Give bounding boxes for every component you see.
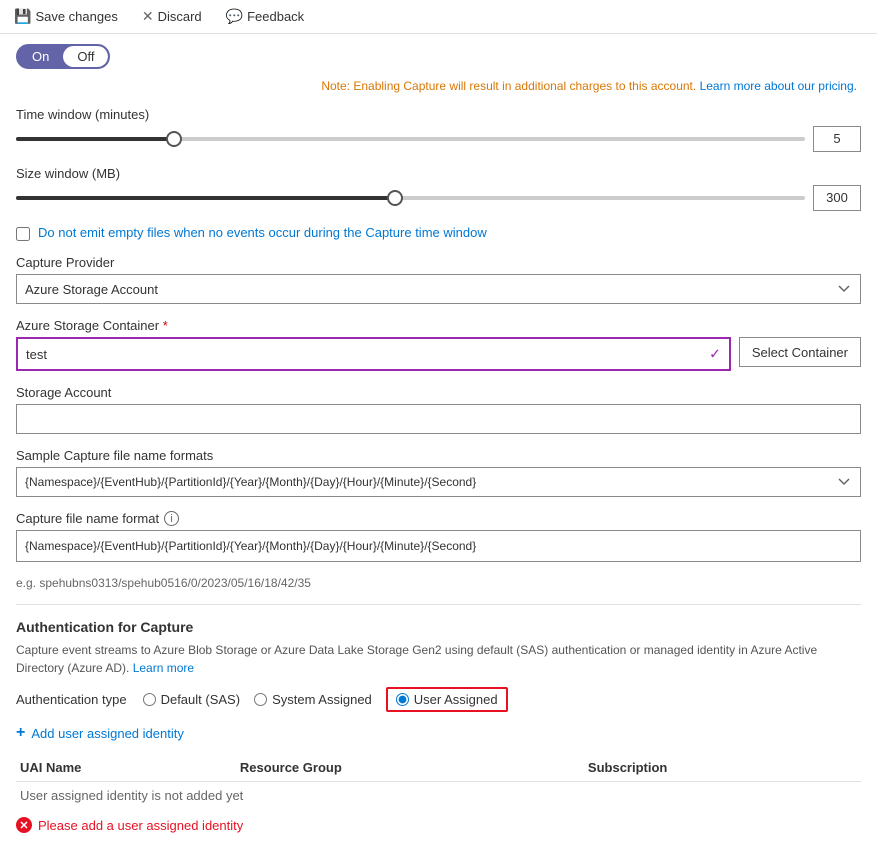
azure-container-label: Azure Storage Container bbox=[16, 318, 861, 333]
container-check-icon: ✓ bbox=[709, 346, 721, 363]
toggle-off[interactable]: Off bbox=[63, 46, 108, 67]
empty-files-checkbox[interactable] bbox=[16, 227, 30, 241]
capture-format-row: Capture file name format i bbox=[16, 511, 861, 562]
size-window-slider-fill bbox=[16, 196, 395, 200]
storage-account-row: Storage Account bbox=[16, 385, 861, 434]
size-window-label: Size window (MB) bbox=[16, 166, 861, 181]
select-container-button[interactable]: Select Container bbox=[739, 337, 861, 367]
azure-container-input-wrap: ✓ bbox=[16, 337, 731, 371]
uai-table: UAI Name Resource Group Subscription Use… bbox=[16, 754, 861, 809]
capture-format-input[interactable] bbox=[16, 530, 861, 562]
azure-container-input-row: ✓ Select Container bbox=[16, 337, 861, 371]
azure-container-row: Azure Storage Container ✓ Select Contain… bbox=[16, 318, 861, 371]
sample-capture-row: Sample Capture file name formats {Namesp… bbox=[16, 448, 861, 497]
divider bbox=[16, 604, 861, 605]
auth-type-row: Authentication type Default (SAS) System… bbox=[16, 687, 861, 712]
discard-button[interactable]: ✕ Discard bbox=[138, 6, 206, 27]
sample-capture-label: Sample Capture file name formats bbox=[16, 448, 861, 463]
time-window-row: Time window (minutes) 5 bbox=[16, 107, 861, 152]
empty-files-checkbox-row: Do not emit empty files when no events o… bbox=[16, 225, 861, 241]
table-col-subscription: Subscription bbox=[584, 754, 861, 782]
capture-provider-select[interactable]: Azure Storage Account Azure Data Lake St… bbox=[16, 274, 861, 304]
table-col-uai-name: UAI Name bbox=[16, 754, 236, 782]
auth-learn-more-link[interactable]: Learn more bbox=[133, 661, 194, 675]
radio-system-assigned-input[interactable] bbox=[254, 693, 267, 706]
time-window-value: 5 bbox=[813, 126, 861, 152]
storage-account-input[interactable] bbox=[16, 404, 861, 434]
toolbar: 💾 Save changes ✕ Discard 💬 Feedback bbox=[0, 0, 877, 34]
size-window-slider-row: 300 bbox=[16, 185, 861, 211]
sample-capture-select[interactable]: {Namespace}/{EventHub}/{PartitionId}/{Ye… bbox=[16, 467, 861, 497]
toggle-on[interactable]: On bbox=[18, 46, 63, 67]
capture-format-info-icon[interactable]: i bbox=[164, 511, 179, 526]
table-header-row: UAI Name Resource Group Subscription bbox=[16, 754, 861, 782]
time-window-slider-track-container[interactable] bbox=[16, 129, 805, 149]
auth-section-title: Authentication for Capture bbox=[16, 619, 861, 635]
time-window-slider-row: 5 bbox=[16, 126, 861, 152]
table-empty-message: User assigned identity is not added yet bbox=[16, 782, 861, 810]
save-icon: 💾 bbox=[14, 8, 31, 25]
error-message: Please add a user assigned identity bbox=[38, 818, 243, 833]
save-button[interactable]: 💾 Save changes bbox=[10, 6, 122, 27]
size-window-value: 300 bbox=[813, 185, 861, 211]
table-col-resource-group: Resource Group bbox=[236, 754, 584, 782]
time-window-label: Time window (minutes) bbox=[16, 107, 861, 122]
size-window-slider-track bbox=[16, 196, 805, 200]
capture-provider-label: Capture Provider bbox=[16, 255, 861, 270]
capture-format-label-row: Capture file name format i bbox=[16, 511, 861, 526]
time-window-slider-thumb[interactable] bbox=[166, 131, 182, 147]
radio-user-assigned-input[interactable] bbox=[396, 693, 409, 706]
feedback-button[interactable]: 💬 Feedback bbox=[222, 6, 309, 27]
capture-toggle-container: On Off bbox=[16, 44, 861, 69]
table-empty-row: User assigned identity is not added yet bbox=[16, 782, 861, 810]
size-window-slider-track-container[interactable] bbox=[16, 188, 805, 208]
auth-type-label: Authentication type bbox=[16, 692, 127, 707]
capture-toggle[interactable]: On Off bbox=[16, 44, 110, 69]
example-text: e.g. spehubns0313/spehub0516/0/2023/05/1… bbox=[16, 576, 861, 590]
radio-default-sas-input[interactable] bbox=[143, 693, 156, 706]
radio-system-assigned[interactable]: System Assigned bbox=[254, 692, 372, 707]
feedback-icon: 💬 bbox=[226, 8, 243, 25]
size-window-row: Size window (MB) 300 bbox=[16, 166, 861, 211]
empty-files-label[interactable]: Do not emit empty files when no events o… bbox=[38, 225, 487, 240]
auth-description: Capture event streams to Azure Blob Stor… bbox=[16, 641, 861, 677]
main-content: On Off Note: Enabling Capture will resul… bbox=[0, 34, 877, 843]
time-window-slider-fill bbox=[16, 137, 174, 141]
pricing-link[interactable]: Learn more about our pricing. bbox=[700, 79, 857, 93]
error-row: ✕ Please add a user assigned identity bbox=[16, 817, 861, 833]
note-bar: Note: Enabling Capture will result in ad… bbox=[16, 79, 861, 93]
plus-icon: + bbox=[16, 724, 25, 742]
radio-default-sas[interactable]: Default (SAS) bbox=[143, 692, 240, 707]
error-icon: ✕ bbox=[16, 817, 32, 833]
add-identity-row[interactable]: + Add user assigned identity bbox=[16, 724, 861, 742]
capture-format-label: Capture file name format bbox=[16, 511, 159, 526]
size-window-slider-thumb[interactable] bbox=[387, 190, 403, 206]
radio-user-assigned[interactable]: User Assigned bbox=[386, 687, 508, 712]
capture-provider-row: Capture Provider Azure Storage Account A… bbox=[16, 255, 861, 304]
storage-account-label: Storage Account bbox=[16, 385, 861, 400]
discard-icon: ✕ bbox=[142, 8, 154, 25]
time-window-slider-track bbox=[16, 137, 805, 141]
azure-container-input[interactable] bbox=[18, 339, 729, 369]
